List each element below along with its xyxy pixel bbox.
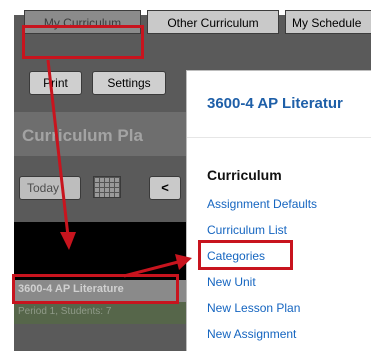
menu-item-categories[interactable]: Categories — [207, 249, 265, 263]
print-button[interactable]: Print — [29, 71, 82, 95]
planner-calendar-area — [14, 222, 186, 280]
planner-title: Curriculum Pla — [22, 126, 143, 145]
menu-item-curriculum-list[interactable]: Curriculum List — [207, 223, 287, 237]
screenshot-stage: My Curriculum Other Curriculum My Schedu… — [0, 0, 371, 351]
course-subtitle: Period 1, Students: 7 — [18, 306, 112, 317]
calendar-icon[interactable] — [93, 176, 121, 198]
previous-button[interactable]: < — [149, 176, 181, 200]
menu-item-new-assignment[interactable]: New Assignment — [207, 327, 296, 341]
popup-divider — [187, 137, 371, 138]
section-heading-curriculum: Curriculum — [207, 167, 282, 183]
tab-other-curriculum[interactable]: Other Curriculum — [147, 10, 279, 34]
menu-item-assignment-defaults[interactable]: Assignment Defaults — [207, 197, 317, 211]
settings-button[interactable]: Settings — [92, 71, 166, 95]
menu-item-new-unit[interactable]: New Unit — [207, 275, 256, 289]
menu-item-new-lesson-plan[interactable]: New Lesson Plan — [207, 301, 300, 315]
today-button[interactable]: Today — [19, 176, 81, 200]
popup-title: 3600-4 AP Literatur — [207, 95, 343, 112]
tab-my-schedule[interactable]: My Schedule — [285, 10, 371, 34]
course-title[interactable]: 3600-4 AP Literature — [18, 283, 124, 295]
tab-my-curriculum[interactable]: My Curriculum — [24, 10, 141, 34]
